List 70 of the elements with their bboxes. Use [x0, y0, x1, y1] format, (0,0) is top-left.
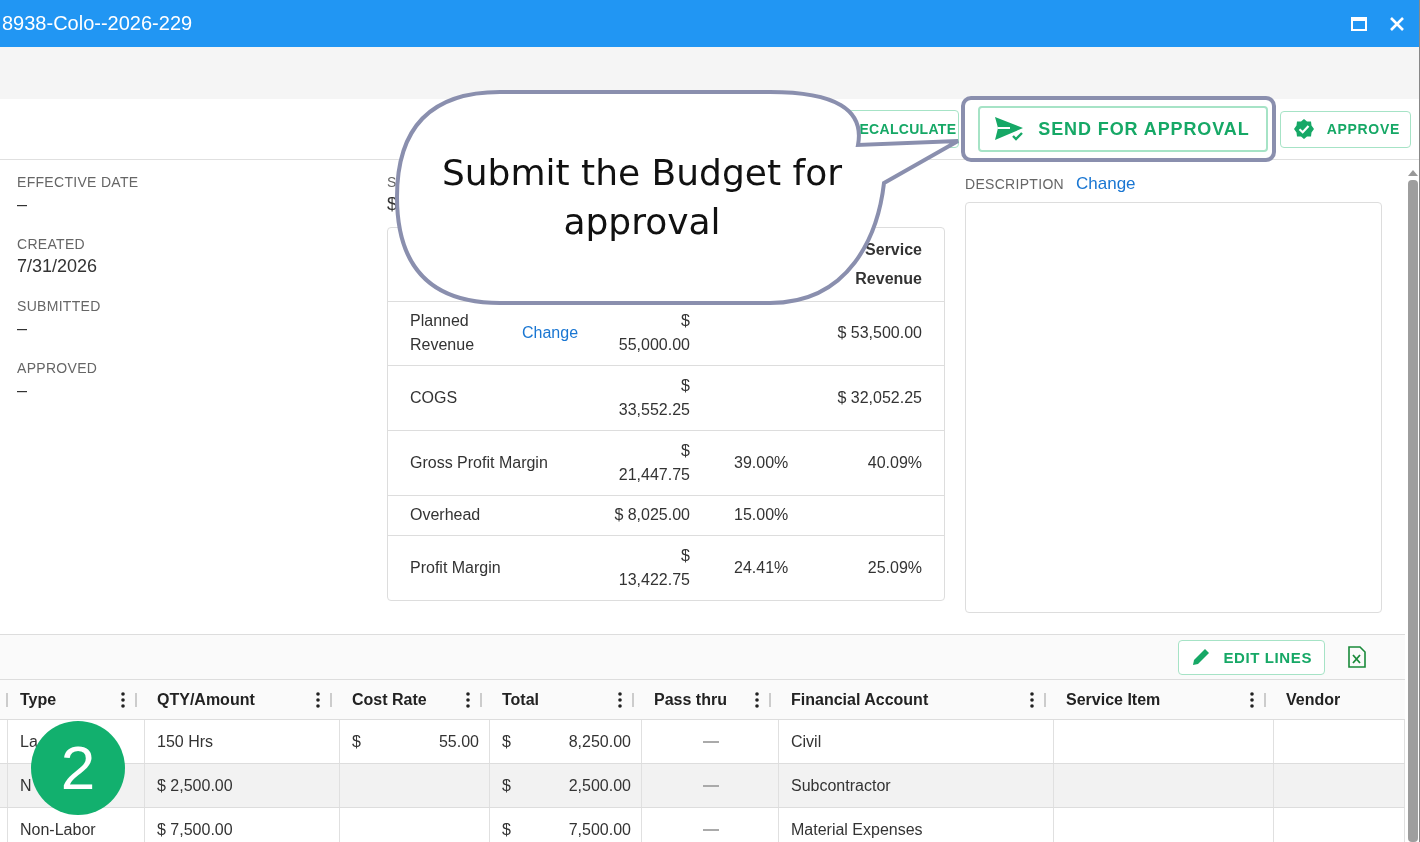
- table-cell-text: $ 21,447.75: [617, 440, 690, 485]
- more-vertical-icon[interactable]: [121, 691, 125, 708]
- table-cell-text: $ 53,500.00: [836, 323, 922, 344]
- table-cell: 8,250.00: [568, 732, 631, 751]
- field-label: DESCRIPTION: [965, 176, 1064, 192]
- field-value: –: [17, 380, 27, 401]
- currency-symbol: $: [502, 776, 511, 795]
- column-header[interactable]: Vendor: [1286, 690, 1341, 709]
- table-cell: 2,500.00: [568, 776, 631, 795]
- table-cell: Gross Profit Margin: [410, 453, 548, 472]
- column-header[interactable]: Service Item: [1066, 690, 1161, 709]
- currency-symbol: $: [502, 732, 511, 751]
- more-vertical-icon[interactable]: [1030, 691, 1034, 708]
- field-label: SUBMITTED: [17, 298, 101, 314]
- field-value: 7/31/2026: [17, 256, 98, 277]
- close-icon[interactable]: [1389, 15, 1405, 32]
- maximize-icon[interactable]: [1351, 16, 1367, 31]
- table-cell: Material Expenses: [791, 820, 923, 839]
- change-link[interactable]: Change: [1076, 174, 1136, 194]
- table-cell-text: $ 32,052.25: [836, 388, 922, 409]
- table-cell: 150 Hrs: [157, 732, 214, 751]
- more-vertical-icon[interactable]: [1250, 691, 1254, 708]
- column-header[interactable]: Financial Account: [791, 690, 929, 709]
- currency-symbol: $: [502, 820, 511, 839]
- column-header[interactable]: Total: [502, 690, 540, 709]
- table-cell-text: 39.00%: [734, 453, 790, 472]
- table-cell: Non-Labor: [20, 820, 96, 839]
- more-vertical-icon[interactable]: [466, 691, 470, 708]
- field-label: APPROVED: [17, 360, 98, 376]
- window-title: 8938-Colo--2026-229: [1, 12, 194, 35]
- field-value: –: [17, 194, 27, 215]
- table-cell-text: 25.09%: [866, 558, 922, 579]
- callout-text: Submit the Budget for approval: [440, 151, 844, 244]
- field-label: S: [387, 174, 397, 190]
- table-cell: La: [20, 732, 38, 751]
- table-cell: N: [20, 776, 32, 795]
- table-cell: 55.00: [438, 732, 479, 751]
- table-cell-text: 40.09%: [866, 452, 922, 473]
- table-cell-text: 24.41%: [734, 559, 790, 578]
- table-cell-text: $ 55,000.00: [617, 311, 690, 356]
- table-cell-text: $ 8,025.00: [613, 505, 690, 526]
- change-link[interactable]: Change: [522, 324, 579, 343]
- table-cell: $ 7,500.00: [157, 820, 233, 839]
- table-cell-text: $ 13,422.75: [617, 546, 690, 591]
- table-cell-text: 15.00%: [734, 506, 790, 525]
- more-vertical-icon[interactable]: [618, 691, 622, 708]
- field-label: CREATED: [17, 236, 85, 252]
- pencil-icon: [1191, 647, 1212, 667]
- column-header[interactable]: QTY/Amount: [157, 690, 255, 709]
- table-cell: 7,500.00: [568, 820, 631, 839]
- field-value: –: [17, 318, 27, 339]
- column-header[interactable]: Pass thru: [654, 690, 727, 709]
- table-cell-text: Planned Revenue: [410, 311, 476, 356]
- verified-check-icon: [1292, 118, 1315, 140]
- table-cell-text: $ 33,552.25: [617, 376, 690, 421]
- more-vertical-icon[interactable]: [316, 691, 320, 708]
- table-cell: COGS: [410, 389, 458, 408]
- table-cell: Subcontractor: [791, 776, 891, 795]
- column-header[interactable]: Cost Rate: [352, 690, 427, 709]
- table-cell: $ 2,500.00: [157, 776, 233, 795]
- description-field[interactable]: [965, 202, 1382, 613]
- spreadsheet-icon[interactable]: [1347, 646, 1367, 668]
- field-label: EFFECTIVE DATE: [17, 174, 139, 190]
- column-header[interactable]: Type: [20, 690, 57, 709]
- table-cell: Overhead: [410, 506, 481, 525]
- table-cell: Civil: [791, 732, 822, 751]
- table-cell: Profit Margin: [410, 559, 501, 578]
- more-vertical-icon[interactable]: [755, 691, 759, 708]
- column-header: Service Revenue: [854, 240, 922, 290]
- currency-symbol: $: [352, 732, 361, 751]
